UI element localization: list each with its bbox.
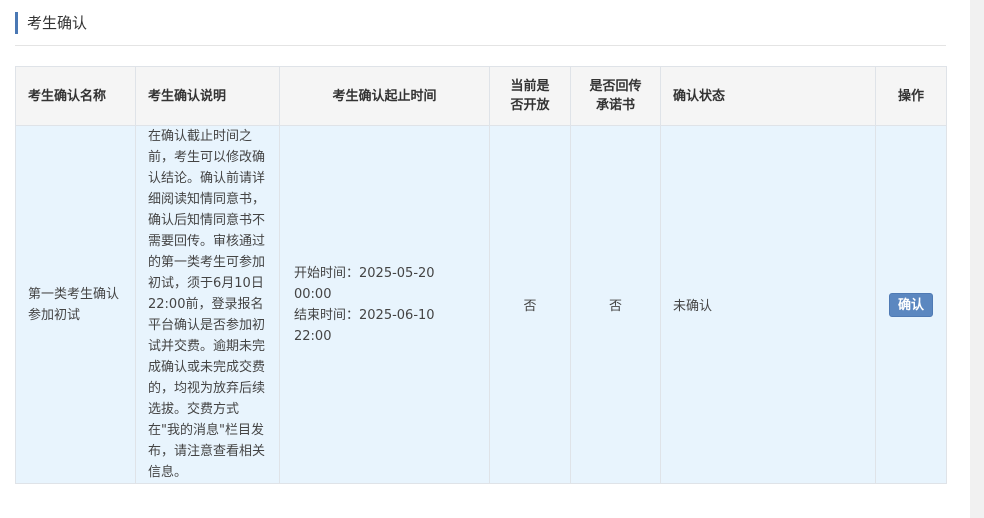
section-title: 考生确认 [27, 14, 88, 32]
table-header-row: 考生确认名称 考生确认说明 考生确认起止时间 当前是 否开放 是否回传 承诺书 … [15, 66, 947, 126]
section-accent-bar [15, 12, 18, 34]
cell-name: 第一类考生确认参加初试 [15, 125, 136, 484]
cell-status: 未确认 [660, 125, 876, 484]
start-time: 开始时间：2025-05-20 00:00 [294, 265, 435, 302]
header-promise-line2: 承诺书 [595, 98, 635, 113]
header-description: 考生确认说明 [135, 66, 280, 126]
cell-promise-returned: 否 [570, 125, 661, 484]
section-header: 考生确认 [15, 12, 946, 46]
header-promise-line1: 是否回传 [589, 79, 642, 94]
header-is-open: 当前是 否开放 [489, 66, 571, 126]
header-period: 考生确认起止时间 [279, 66, 490, 126]
table-row: 第一类考生确认参加初试 在确认截止时间之前，考生可以修改确认结论。确认前请详细阅… [15, 125, 947, 484]
cell-description: 在确认截止时间之前，考生可以修改确认结论。确认前请详细阅读知情同意书，确认后知情… [135, 125, 280, 484]
header-action: 操作 [875, 66, 947, 126]
cell-period: 开始时间：2025-05-20 00:00 结束时间：2025-06-10 22… [279, 125, 490, 484]
end-time: 结束时间：2025-06-10 22:00 [294, 307, 435, 344]
header-promise: 是否回传 承诺书 [570, 66, 661, 126]
header-is-open-line1: 当前是 [510, 79, 550, 94]
scrollbar-track[interactable] [970, 0, 984, 518]
header-name: 考生确认名称 [15, 66, 136, 126]
page: 考生确认 考生确认名称 考生确认说明 考生确认起止时间 当前是 否开放 是否回传 [0, 0, 984, 518]
header-is-open-line2: 否开放 [510, 98, 550, 113]
cell-is-open: 否 [489, 125, 571, 484]
confirm-button[interactable]: 确认 [889, 292, 933, 317]
confirm-table: 考生确认名称 考生确认说明 考生确认起止时间 当前是 否开放 是否回传 承诺书 … [15, 66, 947, 484]
cell-action: 确认 [875, 125, 947, 484]
header-status: 确认状态 [660, 66, 876, 126]
